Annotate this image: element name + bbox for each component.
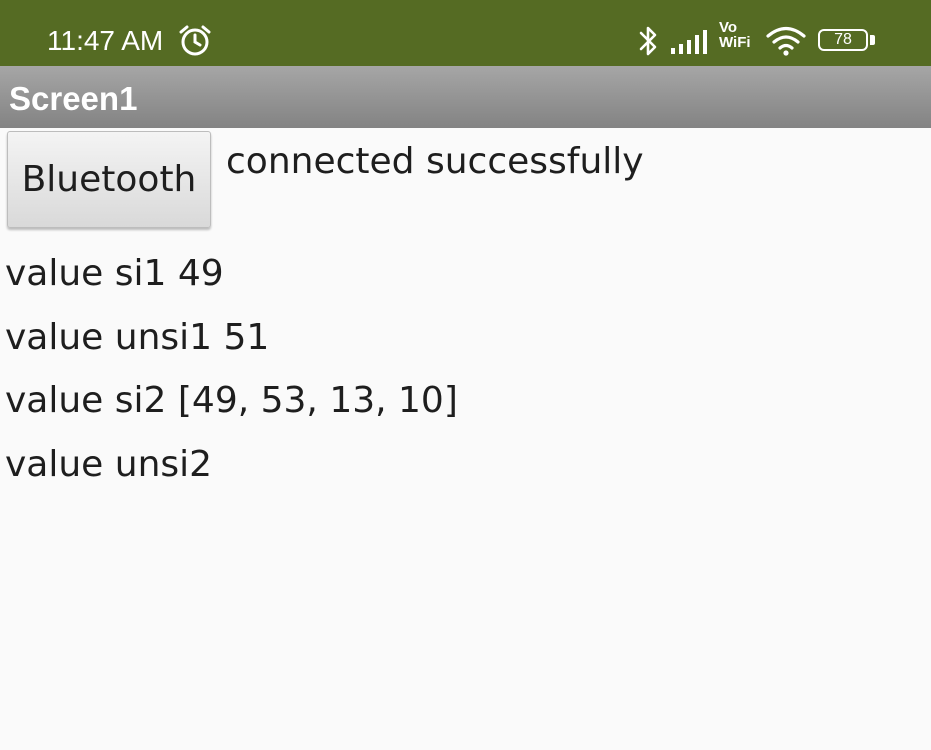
- battery-level: 78: [834, 31, 852, 48]
- value-si1-label: value si1 49: [5, 253, 224, 294]
- vowifi-wifi-label: WiFi: [719, 34, 751, 51]
- value-unsi1-label: value unsi1 51: [5, 317, 270, 358]
- app-title-bar: Screen1: [0, 66, 931, 128]
- value-unsi2-label: value unsi2: [5, 444, 213, 485]
- battery-icon: 78: [818, 29, 868, 51]
- bluetooth-button[interactable]: Bluetooth: [7, 131, 211, 228]
- vowifi-indicator: Vo WiFi: [719, 20, 759, 50]
- wifi-icon: [766, 26, 806, 56]
- status-bar: 11:47 AM Vo WiFi 78: [0, 0, 931, 66]
- signal-icon: [671, 30, 707, 54]
- alarm-icon: [179, 25, 211, 56]
- vowifi-vo-label: Vo: [719, 19, 738, 36]
- screen-title: Screen1: [9, 80, 138, 117]
- connection-status-label: connected successfully: [226, 141, 644, 182]
- battery-tip: [870, 35, 875, 45]
- value-si2-label: value si2 [49, 53, 13, 10]: [5, 380, 458, 421]
- status-time: 11:47 AM: [47, 25, 164, 56]
- bluetooth-icon: [639, 26, 657, 56]
